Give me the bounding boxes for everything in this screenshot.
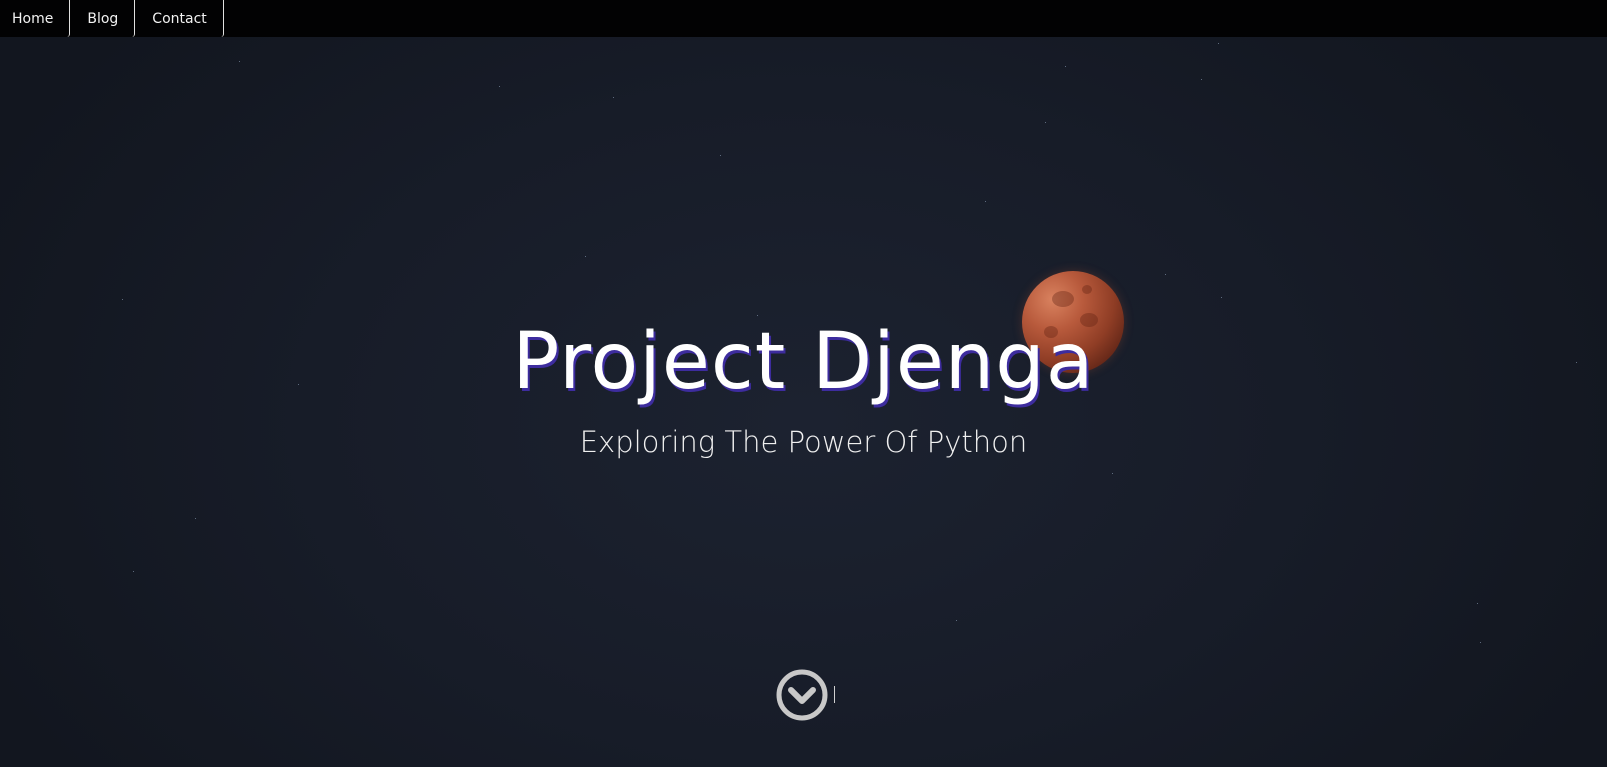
nav-home-link[interactable]: Home — [0, 0, 71, 37]
star — [1201, 79, 1202, 80]
star — [133, 571, 134, 572]
nav-blog-link[interactable]: Blog — [70, 0, 136, 37]
scroll-down-button[interactable] — [776, 669, 828, 721]
star — [985, 201, 986, 202]
star — [1477, 603, 1478, 604]
star — [195, 518, 196, 519]
star — [585, 256, 586, 257]
star — [1221, 297, 1222, 298]
star — [613, 97, 614, 98]
text-cursor — [834, 686, 835, 703]
star — [1112, 473, 1113, 474]
star — [1480, 642, 1481, 643]
star — [956, 620, 957, 621]
nav-contact-link[interactable]: Contact — [135, 0, 224, 37]
star — [1165, 274, 1166, 275]
star — [1218, 43, 1219, 44]
page-subtitle: Exploring The Power Of Python — [579, 425, 1028, 459]
star — [122, 299, 123, 300]
star — [1045, 122, 1046, 123]
page-title: Project Djenga — [512, 317, 1095, 407]
star — [499, 86, 500, 87]
top-navbar: Home Blog Contact — [0, 0, 1607, 37]
chevron-down-circle-icon — [776, 669, 828, 721]
star — [720, 155, 721, 156]
star — [239, 61, 240, 62]
star — [1065, 66, 1066, 67]
